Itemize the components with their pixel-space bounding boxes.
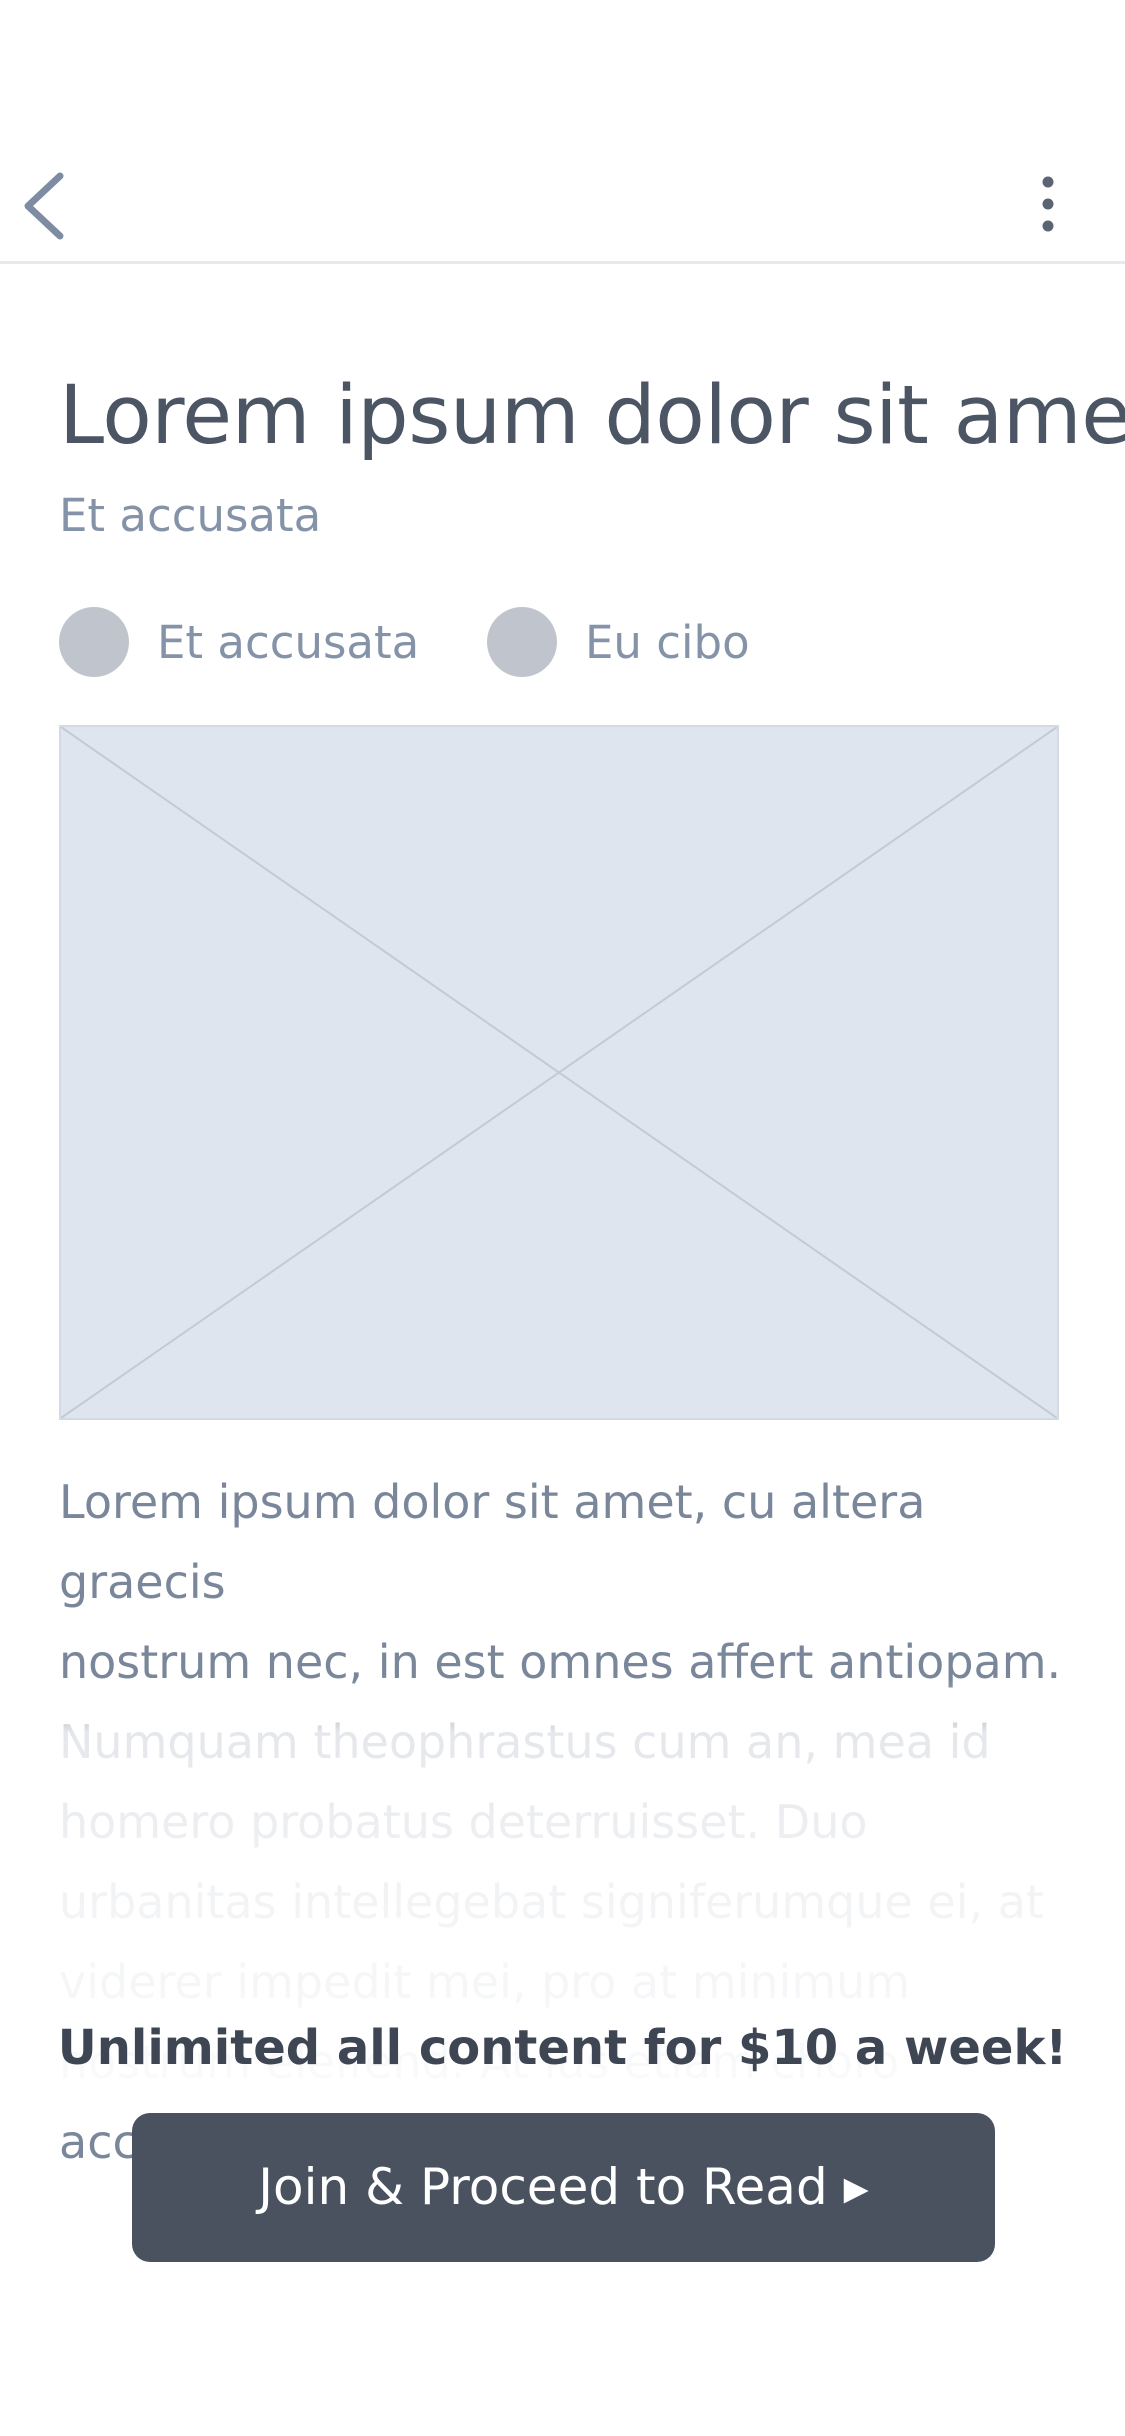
avatar xyxy=(59,607,129,677)
image-placeholder xyxy=(59,725,1059,1420)
chevron-left-icon xyxy=(24,172,64,240)
paywall-message: Unlimited all content for $10 a week! xyxy=(57,2020,1068,2076)
author-name: Eu cibo xyxy=(585,615,750,669)
more-vertical-icon xyxy=(1042,176,1054,232)
author-2[interactable]: Eu cibo xyxy=(487,606,750,678)
join-and-read-button[interactable]: Join & Proceed to Read ▸ xyxy=(132,2113,995,2262)
avatar xyxy=(487,607,557,677)
author-1[interactable]: Et accusata xyxy=(59,606,419,678)
top-navigation-bar xyxy=(0,0,1125,264)
author-name: Et accusata xyxy=(157,615,420,669)
back-button[interactable] xyxy=(14,168,74,244)
article-title: Lorem ipsum dolor sit amet xyxy=(59,369,1125,463)
more-options-button[interactable] xyxy=(1028,172,1068,234)
article-subtitle: Et accusata xyxy=(59,489,322,542)
image-placeholder-cross-icon xyxy=(61,727,1057,1418)
